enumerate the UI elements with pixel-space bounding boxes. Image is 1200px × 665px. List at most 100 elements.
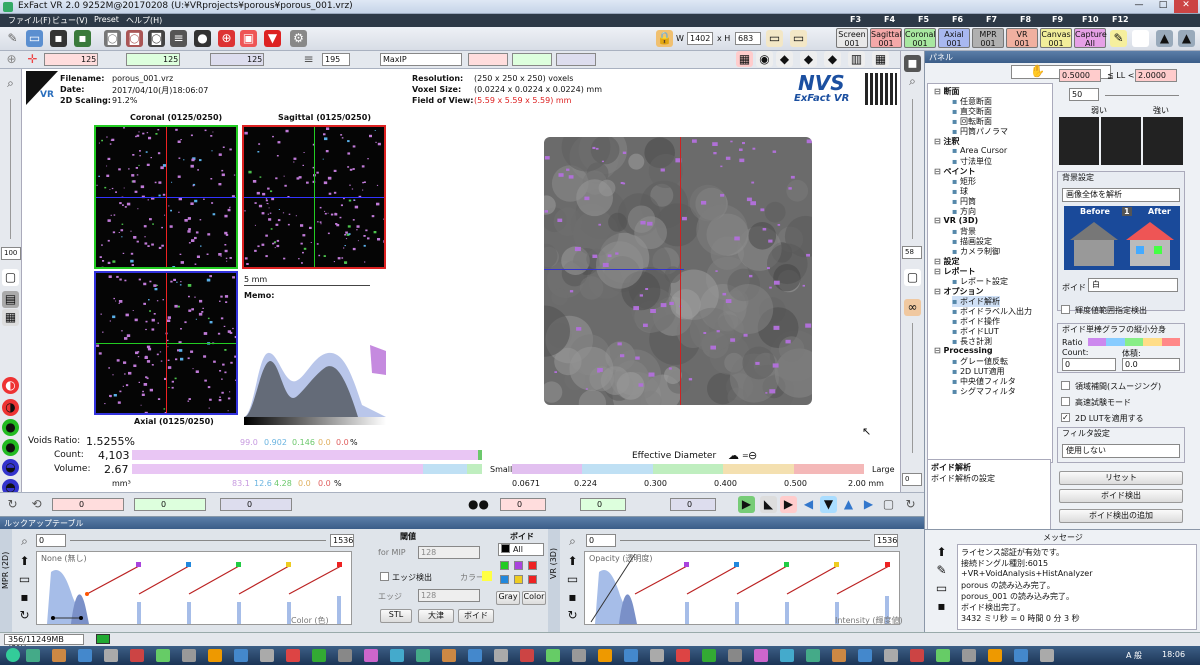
- view3d-icon[interactable]: ◉: [756, 51, 773, 67]
- up-icon[interactable]: ⬆: [16, 553, 33, 568]
- taskbar-app-icon[interactable]: [936, 649, 950, 662]
- view-mode-button[interactable]: MPR 001: [972, 28, 1004, 48]
- taskbar-app-icon[interactable]: [858, 649, 872, 662]
- taskbar-app-icon[interactable]: [494, 649, 508, 662]
- taskbar-app-icon[interactable]: [338, 649, 352, 662]
- menu-help[interactable]: ヘルプ(H): [126, 15, 162, 26]
- taskbar-app-icon[interactable]: [468, 649, 482, 662]
- fit-icon[interactable]: ▢: [2, 269, 19, 286]
- taskbar-app-icon[interactable]: [988, 649, 1002, 662]
- view-mode-button[interactable]: VR 001: [1006, 28, 1038, 48]
- play-icon[interactable]: ▶: [738, 496, 755, 513]
- folder-icon[interactable]: ▭: [933, 580, 950, 595]
- edge-color-swatch[interactable]: [482, 571, 492, 581]
- grid-icon[interactable]: ▦: [872, 51, 889, 67]
- mpr-tab[interactable]: MPR (2D): [0, 529, 12, 633]
- save-as-icon[interactable]: ▪: [74, 30, 91, 47]
- green-window-input[interactable]: [512, 53, 552, 66]
- left-icon[interactable]: ◀: [800, 496, 817, 513]
- color-lut-graph[interactable]: None (無し) Color (色): [36, 551, 352, 625]
- axial-slice-input[interactable]: 125: [210, 53, 264, 66]
- void-detect-button[interactable]: ボイド検出: [1059, 489, 1183, 503]
- lut-range-slider[interactable]: [70, 540, 326, 541]
- cursor-icon[interactable]: ✛: [24, 51, 41, 67]
- taskbar-app-icon[interactable]: [442, 649, 456, 662]
- taskbar-app-icon[interactable]: [1014, 649, 1028, 662]
- gradient-icon[interactable]: ▤: [2, 291, 19, 308]
- menu-view[interactable]: ビュー(V): [52, 15, 88, 26]
- folder-icon[interactable]: ▭: [564, 571, 581, 586]
- lut-low-input[interactable]: 0: [36, 534, 66, 547]
- fast-mode-checkbox[interactable]: [1061, 397, 1070, 406]
- edge-threshold-input[interactable]: 128: [418, 589, 480, 602]
- graph-icon[interactable]: ▲: [1178, 30, 1195, 47]
- pen-icon[interactable]: ✎: [4, 30, 21, 47]
- strength-input[interactable]: 50: [1069, 88, 1099, 101]
- taskbar-app-icon[interactable]: [910, 649, 924, 662]
- cube2-icon[interactable]: ◆: [800, 51, 817, 67]
- taskbar-app-icon[interactable]: [806, 649, 820, 662]
- folder-icon[interactable]: ▭: [16, 571, 33, 586]
- gray-button[interactable]: Gray: [496, 591, 520, 605]
- view-mode-button[interactable]: Coronal 001: [904, 28, 936, 48]
- layers-icon[interactable]: ▦: [2, 309, 19, 326]
- cube3-icon[interactable]: ◆: [824, 51, 841, 67]
- minimize-button[interactable]: —: [1128, 0, 1150, 13]
- width-input[interactable]: 1402: [687, 32, 713, 45]
- save-icon[interactable]: ▪: [933, 598, 950, 613]
- zoom-icon[interactable]: ⌕: [2, 75, 19, 92]
- crosshair-icon[interactable]: ⊕: [3, 51, 20, 67]
- broom-icon[interactable]: ✎: [933, 562, 950, 577]
- gear-icon[interactable]: ⚙: [290, 30, 307, 47]
- blue-dot-icon[interactable]: ◒: [2, 459, 19, 476]
- zoom-icon[interactable]: ⌕: [904, 73, 921, 90]
- layout-icon[interactable]: ▦: [736, 51, 753, 67]
- clock[interactable]: 18:06: [1162, 650, 1185, 659]
- taskbar-app-icon[interactable]: [598, 649, 612, 662]
- hand-icon[interactable]: ✋: [1029, 63, 1046, 79]
- record-icon[interactable]: ●: [194, 30, 211, 47]
- apply-lut-checkbox[interactable]: ✓: [1061, 413, 1070, 422]
- ll-min-input[interactable]: 0.5000: [1059, 69, 1101, 82]
- clip-input[interactable]: 0: [902, 473, 922, 486]
- otsu-button[interactable]: 大津: [418, 609, 454, 623]
- export-icon[interactable]: ▼: [264, 30, 281, 47]
- reset-icon[interactable]: ↻: [564, 607, 581, 622]
- red-range-input[interactable]: 0: [52, 498, 124, 511]
- red-dot-icon[interactable]: ◐: [2, 377, 19, 394]
- taskbar-app-icon[interactable]: [312, 649, 326, 662]
- taskbar-app-icon[interactable]: [520, 649, 534, 662]
- taskbar-app-icon[interactable]: [416, 649, 430, 662]
- right-icon[interactable]: ▶: [860, 496, 877, 513]
- render-zoom-input[interactable]: 58: [902, 246, 922, 259]
- taskbar-app-icon[interactable]: [702, 649, 716, 662]
- close-button[interactable]: ✕: [1174, 0, 1198, 13]
- histogram-icon[interactable]: ▲: [1156, 30, 1173, 47]
- taskbar-app-icon[interactable]: [624, 649, 638, 662]
- tree-item[interactable]: ⊟ VR (3D): [934, 216, 978, 225]
- height-input[interactable]: 683: [735, 32, 761, 45]
- opacity-range-slider[interactable]: [620, 540, 870, 541]
- filter-select[interactable]: 使用しない: [1062, 444, 1180, 458]
- stl-button[interactable]: STL: [380, 609, 412, 623]
- zoom-icon[interactable]: ⌕: [16, 533, 33, 548]
- camera-icon[interactable]: ◙: [126, 30, 143, 47]
- folder-icon[interactable]: ▭: [26, 30, 43, 47]
- glasses-icon[interactable]: ∞: [904, 299, 921, 316]
- zoom-input[interactable]: 100: [1, 247, 21, 260]
- taskbar-app-icon[interactable]: [78, 649, 92, 662]
- cube-icon[interactable]: ◆: [776, 51, 793, 67]
- screenshot-icon[interactable]: ◙: [104, 30, 121, 47]
- reset-view-icon[interactable]: ▢: [880, 496, 897, 513]
- reset-icon[interactable]: ↻: [16, 607, 33, 622]
- view-mode-button[interactable]: Screen 001: [836, 28, 868, 48]
- taskbar-app-icon[interactable]: [104, 649, 118, 662]
- up-icon[interactable]: ▲: [840, 496, 857, 513]
- blue-range-input[interactable]: 0: [220, 498, 292, 511]
- opacity-low-input[interactable]: 0: [586, 534, 616, 547]
- taskbar-app-icon[interactable]: [754, 649, 768, 662]
- refresh2-icon[interactable]: ↻: [902, 496, 919, 513]
- tree-item[interactable]: ▪ Area Cursor: [952, 146, 1007, 155]
- coronal-slice-input[interactable]: 125: [126, 53, 180, 66]
- projection-select[interactable]: MaxIP: [380, 53, 462, 66]
